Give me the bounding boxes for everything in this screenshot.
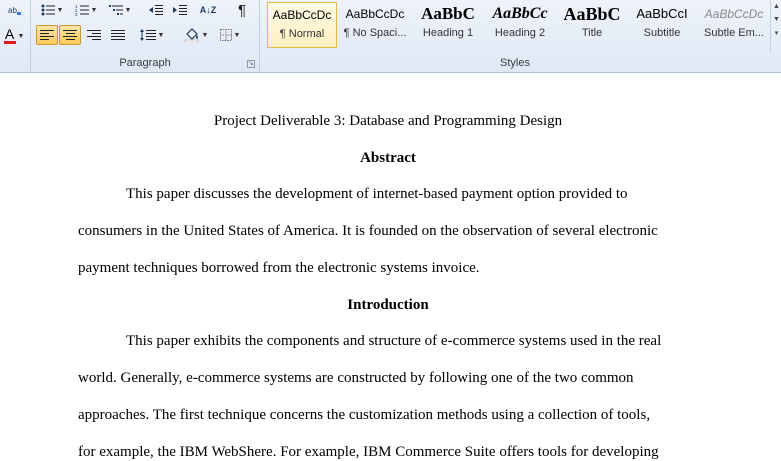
chevron-down-icon: ▼ [124, 6, 132, 14]
pilcrow-icon: ¶ [237, 1, 247, 19]
align-right-icon [87, 29, 101, 41]
style-heading-1[interactable]: AaBbC Heading 1 [413, 2, 483, 48]
style-name: Subtitle [643, 27, 681, 39]
show-hide-formatting-button[interactable]: ¶ [231, 0, 253, 20]
paragraph-dialog-launcher-icon[interactable]: ↘ [247, 60, 255, 68]
style-sample: AaBbCcDc [272, 8, 332, 22]
chevron-down-icon: ▼ [17, 32, 25, 40]
style-name: ¶ No Spaci... [343, 27, 407, 39]
multilevel-list-icon [108, 5, 123, 15]
style-sample: AaBbCcDc [345, 7, 405, 21]
shading-button[interactable]: ▼ [181, 25, 211, 45]
paragraph-line: consumers in the United States of Americ… [78, 223, 658, 239]
justify-button[interactable] [107, 25, 129, 45]
abstract-heading: Abstract [360, 150, 416, 166]
numbering-icon: 123 [75, 4, 89, 16]
change-case-icon[interactable]: ab [6, 0, 24, 20]
document-title: Project Deliverable 3: Database and Prog… [213, 113, 563, 129]
style-title[interactable]: AaBbC Title [557, 2, 627, 48]
document-page[interactable]: Project Deliverable 3: Database and Prog… [0, 73, 781, 461]
styles-gallery-scrollbar[interactable]: ▲ ▼ ▾ [770, 0, 781, 52]
paragraph-line: for example, the IBM WebShere. For examp… [78, 444, 659, 460]
chevron-up-icon[interactable]: ▲ [773, 3, 780, 10]
styles-gallery: AaBbCcDc ¶ Normal AaBbCcDc ¶ No Spaci...… [263, 0, 768, 52]
style-name: ¶ Normal [279, 28, 325, 40]
font-color-button[interactable]: A ▼ [0, 26, 28, 46]
style-subtle-emphasis[interactable]: AaBbCcDc Subtle Em... [699, 2, 769, 48]
style-name: Title [581, 27, 603, 39]
align-center-icon [63, 29, 77, 41]
style-sample: AaBbC [421, 4, 475, 23]
align-center-button[interactable] [59, 25, 81, 45]
increase-indent-icon [173, 5, 187, 15]
style-sample: AaBbCc [492, 5, 548, 22]
sort-button[interactable]: A↓Z [197, 0, 219, 20]
style-no-spacing[interactable]: AaBbCcDc ¶ No Spaci... [340, 2, 410, 48]
style-name: Heading 1 [422, 27, 474, 39]
style-sample: AaBbCcDc [704, 7, 764, 21]
styles-group-label: Styles [500, 57, 530, 69]
line-spacing-button[interactable]: ▼ [137, 25, 167, 45]
style-name: Heading 2 [494, 27, 546, 39]
increase-indent-button[interactable] [169, 0, 191, 20]
paragraph-group-label: Paragraph [119, 57, 171, 69]
chevron-down-icon: ▼ [157, 31, 165, 39]
chevron-down-icon: ▼ [233, 31, 241, 39]
justify-icon [111, 29, 125, 41]
multilevel-list-button[interactable]: ▼ [105, 0, 135, 20]
more-styles-icon[interactable]: ▾ [775, 29, 779, 37]
style-name: Subtle Em... [704, 27, 764, 39]
ribbon: ab A ▼ ▼ 123 ▼ ▼ A↓Z ¶ ▼ ▼ ▼ Paragraph ↘… [0, 0, 781, 73]
style-sample: AaBbC [563, 4, 621, 24]
style-normal[interactable]: AaBbCcDc ¶ Normal [267, 2, 337, 48]
chevron-down-icon[interactable]: ▼ [773, 16, 780, 23]
style-sample: AaBbCcI [636, 6, 688, 21]
font-group: ab A ▼ [0, 0, 31, 72]
svg-text:3: 3 [75, 12, 78, 16]
chevron-down-icon: ▼ [201, 31, 209, 39]
align-right-button[interactable] [83, 25, 105, 45]
introduction-heading: Introduction [347, 297, 429, 313]
paint-bucket-icon [184, 28, 198, 42]
numbering-button[interactable]: 123 ▼ [71, 0, 101, 20]
borders-button[interactable]: ▼ [215, 25, 245, 45]
borders-icon [219, 29, 232, 41]
bullets-icon [41, 4, 55, 16]
paragraph-line: approaches. The first technique concerns… [78, 407, 651, 423]
paragraph-line: payment techniques borrowed from the ele… [78, 260, 480, 276]
paragraph-line: world. Generally, e-commerce systems are… [78, 370, 634, 386]
sort-icon: A↓Z [199, 5, 217, 15]
svg-text:ab: ab [8, 6, 17, 15]
font-color-icon: A [4, 26, 15, 42]
align-left-button[interactable] [36, 25, 58, 45]
style-subtitle[interactable]: AaBbCcI Subtitle [627, 2, 697, 48]
line-spacing-icon [139, 29, 156, 41]
chevron-down-icon: ▼ [56, 6, 64, 14]
align-left-icon [40, 29, 54, 41]
decrease-indent-button[interactable] [145, 0, 167, 20]
bullets-button[interactable]: ▼ [37, 0, 67, 20]
paragraph-line: This paper exhibits the components and s… [126, 333, 662, 349]
chevron-down-icon: ▼ [90, 6, 98, 14]
style-heading-2[interactable]: AaBbCc Heading 2 [485, 2, 555, 48]
paragraph-line: This paper discusses the development of … [126, 186, 628, 202]
decrease-indent-icon [149, 5, 163, 15]
paragraph-group: ▼ 123 ▼ ▼ A↓Z ¶ ▼ ▼ ▼ Paragraph ↘ [31, 0, 260, 72]
